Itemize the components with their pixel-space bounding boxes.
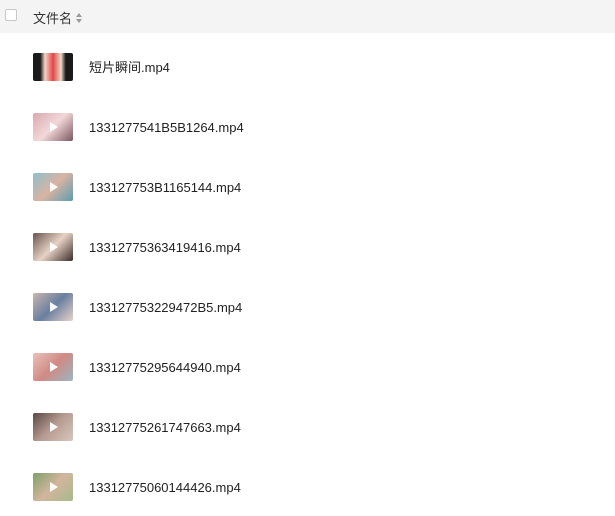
file-row[interactable]: 13312775060144426.mp4 (0, 453, 615, 513)
file-row[interactable]: 短片瞬间.mp4 (0, 33, 615, 93)
file-name[interactable]: 1331277541B5B1264.mp4 (89, 120, 244, 135)
play-icon (50, 302, 58, 312)
file-row[interactable]: 13312775363419416.mp4 (0, 213, 615, 273)
video-thumbnail[interactable] (33, 173, 73, 201)
video-thumbnail[interactable] (33, 293, 73, 321)
play-icon (50, 482, 58, 492)
video-thumbnail[interactable] (33, 353, 73, 381)
file-name[interactable]: 短片瞬间.mp4 (89, 60, 170, 75)
file-row[interactable]: 13312775295644940.mp4 (0, 333, 615, 393)
file-name[interactable]: 13312775363419416.mp4 (89, 240, 241, 255)
file-row[interactable]: 13312775261747663.mp4 (0, 393, 615, 453)
play-icon (50, 362, 58, 372)
file-row[interactable]: 133127753229472B5.mp4 (0, 273, 615, 333)
video-thumbnail[interactable] (33, 53, 73, 81)
video-thumbnail[interactable] (33, 413, 73, 441)
play-icon (50, 242, 58, 252)
file-name[interactable]: 13312775060144426.mp4 (89, 480, 241, 495)
file-list-header: 文件名 (0, 0, 615, 33)
column-header-label: 文件名 (33, 11, 73, 26)
file-name[interactable]: 13312775295644940.mp4 (89, 360, 241, 375)
sort-updown-icon[interactable] (76, 12, 83, 23)
file-name[interactable]: 13312775261747663.mp4 (89, 420, 241, 435)
video-thumbnail[interactable] (33, 113, 73, 141)
file-name[interactable]: 133127753229472B5.mp4 (89, 300, 242, 315)
play-icon (50, 122, 58, 132)
column-header-filename[interactable]: 文件名 (33, 8, 83, 27)
play-icon (50, 422, 58, 432)
video-thumbnail[interactable] (33, 233, 73, 261)
select-all-checkbox[interactable] (5, 9, 17, 21)
file-row[interactable]: 133127753B1165144.mp4 (0, 153, 615, 213)
file-name[interactable]: 133127753B1165144.mp4 (89, 180, 241, 195)
video-thumbnail[interactable] (33, 473, 73, 501)
play-icon (50, 182, 58, 192)
file-row[interactable]: 1331277541B5B1264.mp4 (0, 93, 615, 153)
